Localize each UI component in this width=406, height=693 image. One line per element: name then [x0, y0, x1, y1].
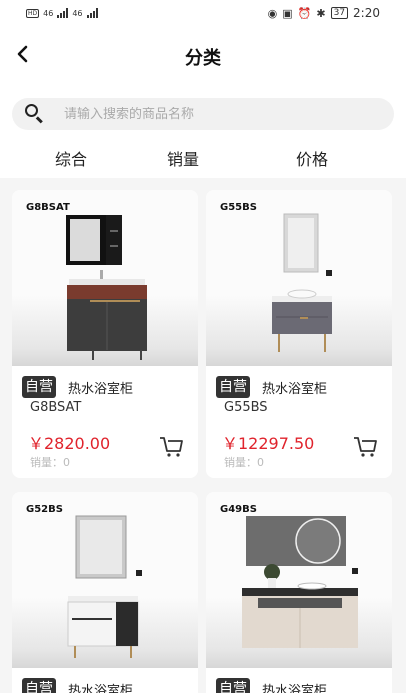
search-section — [0, 88, 406, 138]
sort-tab-sales[interactable]: 销量 — [167, 146, 199, 170]
product-price: ￥12297.50 — [222, 434, 315, 453]
sort-bar: 综合 销量 价格 — [0, 138, 406, 178]
product-card[interactable]: G55BS 自营 热水浴室柜 G55BS ￥12297.50 销量：0 — [206, 190, 392, 478]
status-left: HD 46 46 — [26, 8, 98, 18]
product-sales: 销量：0 — [224, 456, 264, 469]
status-time: 2:20 — [353, 6, 380, 20]
self-operated-badge: 自营 — [22, 678, 56, 693]
signal-icon — [57, 8, 69, 18]
product-card[interactable]: G49BS 自营 热水浴室柜 — [206, 492, 392, 693]
network-label-2: 46 — [72, 8, 83, 18]
product-name: 热水浴室柜 — [68, 684, 134, 693]
product-model: G55BS — [224, 400, 268, 415]
product-image: G49BS — [206, 492, 392, 668]
product-image: G8BSAT — [12, 190, 198, 366]
product-image: G55BS — [206, 190, 392, 366]
signal-icon-2 — [86, 8, 98, 18]
self-operated-badge: 自营 — [216, 376, 250, 398]
cabinet-image-3 — [67, 515, 142, 658]
nfc-icon: ▣ — [282, 6, 293, 20]
product-sales: 销量：0 — [30, 456, 70, 469]
self-operated-badge: 自营 — [22, 376, 56, 398]
cabinet-image-1 — [66, 215, 147, 360]
page-title: 分类 — [185, 48, 221, 69]
sort-tab-price[interactable]: 价格 — [296, 146, 328, 170]
cart-icon[interactable] — [352, 432, 378, 458]
eye-icon: ◉ — [267, 6, 278, 20]
product-name: 热水浴室柜 — [262, 684, 328, 693]
product-price: ￥2820.00 — [28, 434, 111, 453]
cart-icon[interactable] — [158, 432, 184, 458]
product-name: 热水浴室柜 — [262, 382, 328, 397]
status-right: ◉ ▣ ⏰ ✱ 37 2:20 — [268, 6, 380, 20]
battery-icon: 37 — [330, 7, 349, 19]
status-bar: HD 46 46 ◉ ▣ ⏰ ✱ 37 2:20 — [0, 0, 406, 26]
sort-tab-comprehensive[interactable]: 综合 — [55, 146, 87, 170]
product-model: G8BSAT — [30, 400, 82, 415]
alarm-icon: ⏰ — [297, 6, 312, 20]
search-input[interactable] — [64, 106, 364, 122]
search-bar[interactable] — [12, 98, 394, 130]
product-card[interactable]: G52BS 自营 热水浴室柜 — [12, 492, 198, 693]
hd-icon: HD — [26, 8, 40, 18]
product-name: 热水浴室柜 — [68, 382, 134, 397]
search-icon — [24, 103, 46, 125]
product-card[interactable]: G8BSAT 自营 热水浴室柜 G8BSAT ￥2820.00 销量：0 — [12, 190, 198, 478]
network-label: 46 — [43, 8, 54, 18]
cabinet-image-4 — [242, 516, 358, 648]
app-header: 分类 — [0, 26, 406, 88]
product-image: G52BS — [12, 492, 198, 668]
cabinet-image-2 — [272, 213, 332, 352]
vibrate-icon: ✱ — [316, 6, 326, 20]
self-operated-badge: 自营 — [216, 678, 250, 693]
